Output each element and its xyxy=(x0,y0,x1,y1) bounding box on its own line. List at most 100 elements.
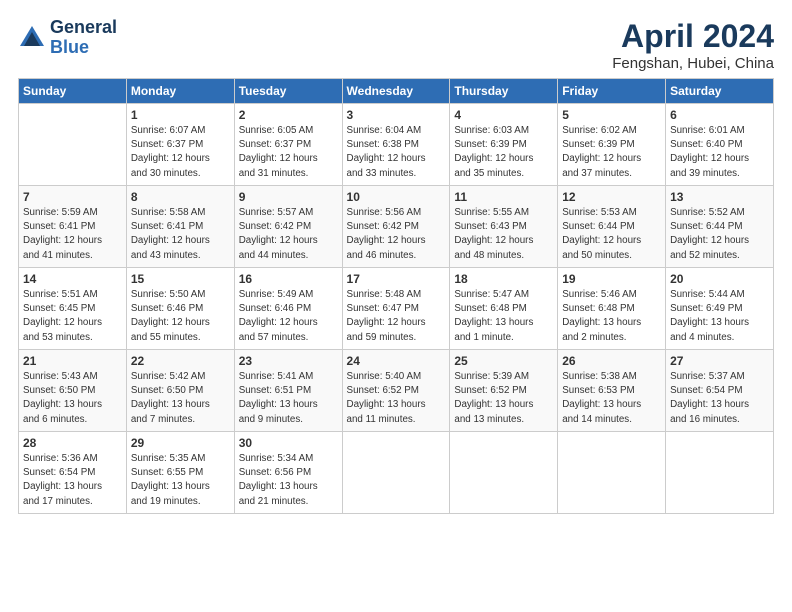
day-number: 24 xyxy=(347,354,446,368)
calendar-cell: 22 Sunrise: 5:42 AMSunset: 6:50 PMDayligh… xyxy=(126,350,234,432)
day-number: 9 xyxy=(239,190,338,204)
calendar-cell: 17Sunrise: 5:48 AMSunset: 6:47 PMDayligh… xyxy=(342,268,450,350)
calendar-cell: 27 Sunrise: 5:37 AMSunset: 6:54 PMDayligh… xyxy=(666,350,774,432)
day-number: 10 xyxy=(347,190,446,204)
calendar-cell xyxy=(558,432,666,514)
cell-info: Sunrise: 5:58 AMSunset: 6:41 PMDaylight:… xyxy=(131,206,230,263)
calendar-cell: 29 Sunrise: 5:35 AMSunset: 6:55 PMDayligh… xyxy=(126,432,234,514)
day-number: 14 xyxy=(23,272,122,286)
calendar-cell: 11 Sunrise: 5:55 AMSunset: 6:43 PMDayligh… xyxy=(450,186,558,268)
header: General Blue April 2024 Fengshan, Hubei,… xyxy=(18,18,774,72)
cell-info: Sunrise: 5:53 AMSunset: 6:44 PMDaylight:… xyxy=(562,206,661,263)
cell-info: Sunrise: 5:42 AMSunset: 6:50 PMDaylight:… xyxy=(131,370,230,427)
calendar-cell: 3 Sunrise: 6:04 AMSunset: 6:38 PMDaylight… xyxy=(342,104,450,186)
calendar-cell: 24 Sunrise: 5:40 AMSunset: 6:52 PMDayligh… xyxy=(342,350,450,432)
calendar-cell: 30 Sunrise: 5:34 AMSunset: 6:56 PMDayligh… xyxy=(234,432,342,514)
calendar-cell: 28 Sunrise: 5:36 AMSunset: 6:54 PMDayligh… xyxy=(19,432,127,514)
cell-info: Sunrise: 5:40 AMSunset: 6:52 PMDaylight:… xyxy=(347,370,446,427)
calendar-cell: 9 Sunrise: 5:57 AMSunset: 6:42 PMDaylight… xyxy=(234,186,342,268)
calendar-cell xyxy=(666,432,774,514)
weekday-header-tuesday: Tuesday xyxy=(234,79,342,104)
cell-info: Sunrise: 5:39 AMSunset: 6:52 PMDaylight:… xyxy=(454,370,553,427)
weekday-header-wednesday: Wednesday xyxy=(342,79,450,104)
day-number: 15 xyxy=(131,272,230,286)
day-number: 4 xyxy=(454,108,553,122)
calendar-cell: 8 Sunrise: 5:58 AMSunset: 6:41 PMDaylight… xyxy=(126,186,234,268)
day-number: 27 xyxy=(670,354,769,368)
calendar-cell xyxy=(19,104,127,186)
day-number: 20 xyxy=(670,272,769,286)
logo-text: General Blue xyxy=(50,18,117,58)
calendar-cell: 5 Sunrise: 6:02 AMSunset: 6:39 PMDaylight… xyxy=(558,104,666,186)
cell-info: Sunrise: 5:50 AMSunset: 6:46 PMDaylight:… xyxy=(131,288,230,345)
week-row-3: 14 Sunrise: 5:51 AMSunset: 6:45 PMDayligh… xyxy=(19,268,774,350)
day-number: 22 xyxy=(131,354,230,368)
calendar-cell: 1Sunrise: 6:07 AMSunset: 6:37 PMDaylight… xyxy=(126,104,234,186)
cell-info: Sunrise: 5:41 AMSunset: 6:51 PMDaylight:… xyxy=(239,370,338,427)
calendar-cell: 20Sunrise: 5:44 AMSunset: 6:49 PMDayligh… xyxy=(666,268,774,350)
calendar-cell: 7Sunrise: 5:59 AMSunset: 6:41 PMDaylight… xyxy=(19,186,127,268)
cell-info: Sunrise: 6:03 AMSunset: 6:39 PMDaylight:… xyxy=(454,124,553,181)
day-number: 1 xyxy=(131,108,230,122)
weekday-header-thursday: Thursday xyxy=(450,79,558,104)
cell-info: Sunrise: 6:04 AMSunset: 6:38 PMDaylight:… xyxy=(347,124,446,181)
calendar-cell: 2 Sunrise: 6:05 AMSunset: 6:37 PMDaylight… xyxy=(234,104,342,186)
day-number: 28 xyxy=(23,436,122,450)
day-number: 29 xyxy=(131,436,230,450)
calendar-cell: 26 Sunrise: 5:38 AMSunset: 6:53 PMDayligh… xyxy=(558,350,666,432)
cell-info: Sunrise: 5:57 AMSunset: 6:42 PMDaylight:… xyxy=(239,206,338,263)
calendar-table: SundayMondayTuesdayWednesdayThursdayFrid… xyxy=(18,78,774,514)
page-container: General Blue April 2024 Fengshan, Hubei,… xyxy=(0,0,792,524)
cell-info: Sunrise: 5:34 AMSunset: 6:56 PMDaylight:… xyxy=(239,452,338,509)
week-row-2: 7Sunrise: 5:59 AMSunset: 6:41 PMDaylight… xyxy=(19,186,774,268)
calendar-cell: 19 Sunrise: 5:46 AMSunset: 6:48 PMDayligh… xyxy=(558,268,666,350)
cell-info: Sunrise: 5:36 AMSunset: 6:54 PMDaylight:… xyxy=(23,452,122,509)
day-number: 7 xyxy=(23,190,122,204)
calendar-cell xyxy=(342,432,450,514)
weekday-header-friday: Friday xyxy=(558,79,666,104)
calendar-cell: 13Sunrise: 5:52 AMSunset: 6:44 PMDayligh… xyxy=(666,186,774,268)
day-number: 8 xyxy=(131,190,230,204)
calendar-cell: 16 Sunrise: 5:49 AMSunset: 6:46 PMDayligh… xyxy=(234,268,342,350)
logo-icon xyxy=(18,24,46,52)
cell-info: Sunrise: 5:55 AMSunset: 6:43 PMDaylight:… xyxy=(454,206,553,263)
calendar-cell: 6 Sunrise: 6:01 AMSunset: 6:40 PMDaylight… xyxy=(666,104,774,186)
cell-info: Sunrise: 5:52 AMSunset: 6:44 PMDaylight:… xyxy=(670,206,769,263)
cell-info: Sunrise: 5:47 AMSunset: 6:48 PMDaylight:… xyxy=(454,288,553,345)
cell-info: Sunrise: 5:49 AMSunset: 6:46 PMDaylight:… xyxy=(239,288,338,345)
day-number: 18 xyxy=(454,272,553,286)
calendar-cell: 14 Sunrise: 5:51 AMSunset: 6:45 PMDayligh… xyxy=(19,268,127,350)
week-row-5: 28 Sunrise: 5:36 AMSunset: 6:54 PMDayligh… xyxy=(19,432,774,514)
calendar-cell: 25 Sunrise: 5:39 AMSunset: 6:52 PMDayligh… xyxy=(450,350,558,432)
week-row-1: 1Sunrise: 6:07 AMSunset: 6:37 PMDaylight… xyxy=(19,104,774,186)
month-title: April 2024 xyxy=(612,18,774,55)
weekday-header-monday: Monday xyxy=(126,79,234,104)
day-number: 5 xyxy=(562,108,661,122)
day-number: 30 xyxy=(239,436,338,450)
day-number: 6 xyxy=(670,108,769,122)
day-number: 3 xyxy=(347,108,446,122)
title-block: April 2024 Fengshan, Hubei, China xyxy=(612,18,774,72)
cell-info: Sunrise: 5:46 AMSunset: 6:48 PMDaylight:… xyxy=(562,288,661,345)
cell-info: Sunrise: 5:38 AMSunset: 6:53 PMDaylight:… xyxy=(562,370,661,427)
day-number: 25 xyxy=(454,354,553,368)
location: Fengshan, Hubei, China xyxy=(612,55,774,72)
cell-info: Sunrise: 6:01 AMSunset: 6:40 PMDaylight:… xyxy=(670,124,769,181)
weekday-header-row: SundayMondayTuesdayWednesdayThursdayFrid… xyxy=(19,79,774,104)
calendar-cell: 21Sunrise: 5:43 AMSunset: 6:50 PMDayligh… xyxy=(19,350,127,432)
day-number: 16 xyxy=(239,272,338,286)
calendar-cell xyxy=(450,432,558,514)
calendar-cell: 12 Sunrise: 5:53 AMSunset: 6:44 PMDayligh… xyxy=(558,186,666,268)
day-number: 11 xyxy=(454,190,553,204)
cell-info: Sunrise: 5:37 AMSunset: 6:54 PMDaylight:… xyxy=(670,370,769,427)
day-number: 2 xyxy=(239,108,338,122)
logo: General Blue xyxy=(18,18,117,58)
cell-info: Sunrise: 5:35 AMSunset: 6:55 PMDaylight:… xyxy=(131,452,230,509)
cell-info: Sunrise: 5:51 AMSunset: 6:45 PMDaylight:… xyxy=(23,288,122,345)
day-number: 12 xyxy=(562,190,661,204)
day-number: 26 xyxy=(562,354,661,368)
cell-info: Sunrise: 6:05 AMSunset: 6:37 PMDaylight:… xyxy=(239,124,338,181)
calendar-cell: 4 Sunrise: 6:03 AMSunset: 6:39 PMDaylight… xyxy=(450,104,558,186)
cell-info: Sunrise: 6:02 AMSunset: 6:39 PMDaylight:… xyxy=(562,124,661,181)
day-number: 19 xyxy=(562,272,661,286)
